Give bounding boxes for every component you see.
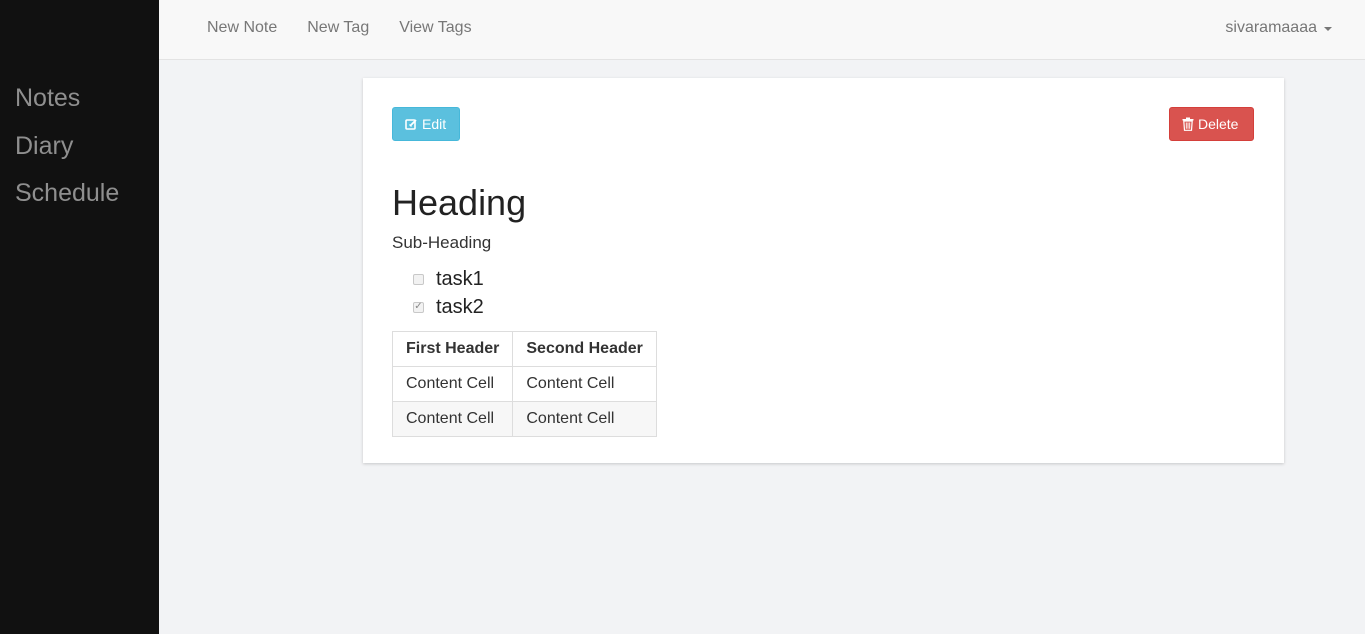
task-list: task1 ✓ task2 [413,265,484,321]
sidebar-menu: Notes Diary Schedule [0,0,159,225]
task1-checkbox[interactable] [413,273,424,285]
content-table: First Header Second Header Content Cell … [391,331,657,437]
table-header-row: First Header Second Header [391,331,657,367]
edit-icon [405,118,417,130]
trash-icon [1182,117,1194,131]
sidebar-item-diary[interactable]: Diary [15,130,159,178]
checkmark-icon: ✓ [414,301,423,312]
delete-button-label: Delete [1198,116,1239,132]
note-card: Edit Delete Heading Sub-Heading task1 ✓ … [363,78,1284,463]
sidebar: Notes Diary Schedule [0,0,159,634]
table-cell: Content Cell [391,401,514,437]
top-nav-links: New Note New Tag View Tags [207,0,502,55]
username: sivaramaaaa [1225,18,1317,36]
note-heading: Heading [392,182,527,223]
table-header: First Header [391,331,514,367]
task-item: task1 [413,265,484,293]
user-dropdown[interactable]: sivaramaaaa [1225,0,1332,55]
new-note-link[interactable]: New Note [207,19,277,37]
table-row: Content Cell Content Cell [391,366,657,402]
top-navbar: New Note New Tag View Tags sivaramaaaa [159,0,1365,60]
sidebar-item-notes[interactable]: Notes [15,82,159,130]
task2-checkbox[interactable]: ✓ [413,301,424,313]
caret-down-icon [1324,26,1332,31]
table-header: Second Header [512,331,657,367]
view-tags-link[interactable]: View Tags [399,19,471,37]
table-cell: Content Cell [391,366,514,402]
table-row: Content Cell Content Cell [391,401,657,437]
table-cell: Content Cell [512,366,657,402]
table-cell: Content Cell [512,401,657,437]
task-label: task2 [436,295,484,318]
sidebar-item-schedule[interactable]: Schedule [15,177,159,225]
note-subheading: Sub-Heading [392,233,492,252]
new-tag-link[interactable]: New Tag [307,19,369,37]
task-item: ✓ task2 [413,293,484,321]
edit-button-label: Edit [422,116,447,132]
delete-button[interactable]: Delete [1169,107,1254,141]
edit-button[interactable]: Edit [392,107,460,141]
task-label: task1 [436,267,484,290]
